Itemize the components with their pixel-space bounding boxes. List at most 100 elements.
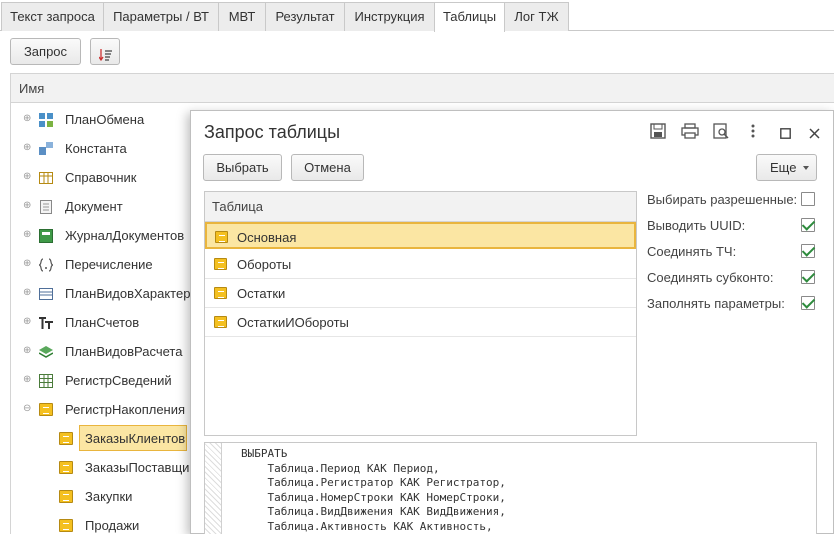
option-allowed-label: Выбирать разрешенные:	[647, 192, 798, 207]
table-row-label: Остатки	[237, 286, 286, 301]
expand-icon[interactable]: ⊕	[23, 259, 32, 269]
tab-parameters[interactable]: Параметры / ВТ	[103, 2, 219, 31]
tree-item-label: ПланВидовХарактери	[65, 286, 198, 301]
tree-column-header[interactable]: Имя	[10, 73, 834, 103]
query-button[interactable]: Запрос	[10, 38, 81, 65]
register-icon	[214, 316, 227, 328]
table-row-balances[interactable]: Остатки	[205, 279, 636, 308]
tab-instruction[interactable]: Инструкция	[344, 2, 435, 31]
sort-list-icon	[98, 45, 113, 62]
option-fill-params-label: Заполнять параметры:	[647, 296, 785, 311]
more-icon[interactable]	[751, 124, 755, 142]
tree-item-label: ПланВидовРасчета	[65, 344, 183, 359]
tree-item-document-journal[interactable]: ⊕ ЖурналДокументов	[11, 221, 211, 250]
tree-item-label: Справочник	[65, 170, 137, 185]
tree-item-accumulation-register[interactable]: ⊖ РегистрНакопления	[11, 395, 211, 424]
tables-column-header[interactable]: Таблица	[205, 192, 636, 222]
option-join-subconto-checkbox[interactable]	[801, 270, 815, 284]
option-join-tabular-label: Соединять ТЧ:	[647, 244, 737, 259]
tree-item-label: РегистрСведений	[65, 373, 172, 388]
catalog-icon	[39, 171, 53, 184]
exchange-plan-icon	[39, 113, 53, 127]
info-register-icon	[39, 374, 53, 388]
print-icon[interactable]	[681, 123, 699, 143]
chart-of-characteristics-icon	[39, 287, 53, 300]
query-text: ВЫБРАТЬ Таблица.Период КАК Период, Табли…	[241, 447, 506, 533]
tree-item-info-register[interactable]: ⊕ РегистрСведений	[11, 366, 211, 395]
register-icon	[59, 490, 73, 503]
tree-item-document[interactable]: ⊕ Документ	[11, 192, 211, 221]
tree-item-label: ЖурналДокументов	[65, 228, 185, 243]
editor-gutter	[205, 443, 222, 534]
tree-item-label: Документ	[65, 199, 123, 214]
table-row-turnovers[interactable]: Обороты	[205, 250, 636, 279]
tab-tables[interactable]: Таблицы	[434, 2, 505, 32]
close-icon[interactable]	[809, 126, 820, 143]
maximize-icon[interactable]	[780, 126, 791, 143]
register-icon	[59, 461, 73, 474]
tree-item-sales[interactable]: Продажи	[11, 511, 211, 534]
expand-icon[interactable]: ⊕	[23, 143, 32, 153]
document-icon	[39, 200, 53, 214]
tree-item-catalog[interactable]: ⊕ Справочник	[11, 163, 211, 192]
register-icon	[59, 519, 73, 532]
register-icon	[215, 231, 228, 243]
expand-icon[interactable]: ⊕	[23, 114, 32, 124]
tab-mvt[interactable]: МВТ	[218, 2, 266, 31]
enum-icon	[38, 258, 54, 272]
tree-item-label: ЗаказыКлиентов	[85, 431, 186, 446]
expand-icon[interactable]: ⊕	[23, 172, 32, 182]
tree-item-label: ЗаказыПоставщик	[85, 460, 196, 475]
select-button[interactable]: Выбрать	[203, 154, 282, 181]
tree-item-customer-orders[interactable]: ЗаказыКлиентов	[11, 424, 211, 453]
constant-icon	[39, 142, 53, 155]
tree-item-purchases[interactable]: Закупки	[11, 482, 211, 511]
query-table-dialog: Запрос таблицы Выбрать Отмена Еще Таблиц…	[190, 110, 834, 534]
tree-item-constant[interactable]: ⊕ Константа	[11, 134, 211, 163]
tree-item-label: РегистрНакопления	[65, 402, 186, 417]
tree-item-label: Перечисление	[65, 257, 153, 272]
sort-button[interactable]	[90, 38, 120, 65]
tree-item-exchange-plan[interactable]: ⊕ ПланОбмена	[11, 105, 211, 134]
table-row-label: ОстаткиИОбороты	[237, 315, 349, 330]
tree-item-calculation-types[interactable]: ⊕ ПланВидовРасчета	[11, 337, 211, 366]
expand-icon[interactable]: ⊕	[23, 346, 32, 356]
tree-item-supplier-orders[interactable]: ЗаказыПоставщик	[11, 453, 211, 482]
calculation-types-icon	[38, 345, 54, 358]
tree-item-characteristics-plan[interactable]: ⊕ ПланВидовХарактери	[11, 279, 211, 308]
tab-result[interactable]: Результат	[265, 2, 345, 31]
dialog-title: Запрос таблицы	[204, 122, 341, 142]
option-join-tabular-checkbox[interactable]	[801, 244, 815, 258]
save-icon[interactable]	[650, 123, 666, 143]
expand-icon[interactable]: ⊕	[23, 201, 32, 211]
more-button-label: Еще	[770, 160, 797, 175]
expand-icon[interactable]: ⊕	[23, 230, 32, 240]
tree-item-enum[interactable]: ⊕ Перечисление	[11, 250, 211, 279]
expand-icon[interactable]: ⊕	[23, 375, 32, 385]
more-menu-button[interactable]: Еще	[756, 154, 817, 181]
tree-item-label: ПланСчетов	[65, 315, 140, 330]
tab-query-text[interactable]: Текст запроса	[1, 2, 104, 31]
option-join-subconto-label: Соединять субконто:	[647, 270, 774, 285]
register-icon	[59, 432, 73, 445]
option-fill-params-checkbox[interactable]	[801, 296, 815, 310]
preview-icon[interactable]	[713, 123, 729, 143]
metadata-tree: ⊕ ПланОбмена ⊕ Константа ⊕ Справочник ⊕ …	[10, 103, 210, 534]
tree-item-chart-of-accounts[interactable]: ⊕ ПланСчетов	[11, 308, 211, 337]
table-row-main[interactable]: Основная	[205, 222, 636, 249]
expand-icon[interactable]: ⊕	[23, 288, 32, 298]
option-uuid-checkbox[interactable]	[801, 218, 815, 232]
cancel-button[interactable]: Отмена	[291, 154, 364, 181]
dropdown-arrow-icon	[803, 166, 809, 170]
collapse-icon[interactable]: ⊖	[23, 404, 32, 414]
tab-log[interactable]: Лог ТЖ	[504, 2, 569, 31]
expand-icon[interactable]: ⊕	[23, 317, 32, 327]
option-allowed-checkbox[interactable]	[801, 192, 815, 206]
tables-list: Таблица Основная Обороты Остатки Остатки…	[204, 191, 637, 436]
table-row-balances-turnovers[interactable]: ОстаткиИОбороты	[205, 308, 636, 337]
query-text-editor[interactable]: ВЫБРАТЬ Таблица.Период КАК Период, Табли…	[204, 442, 817, 534]
chart-of-accounts-icon	[39, 316, 53, 329]
tree-item-label: Продажи	[85, 518, 140, 533]
document-journal-icon	[39, 229, 53, 243]
tree-item-label: ПланОбмена	[65, 112, 145, 127]
